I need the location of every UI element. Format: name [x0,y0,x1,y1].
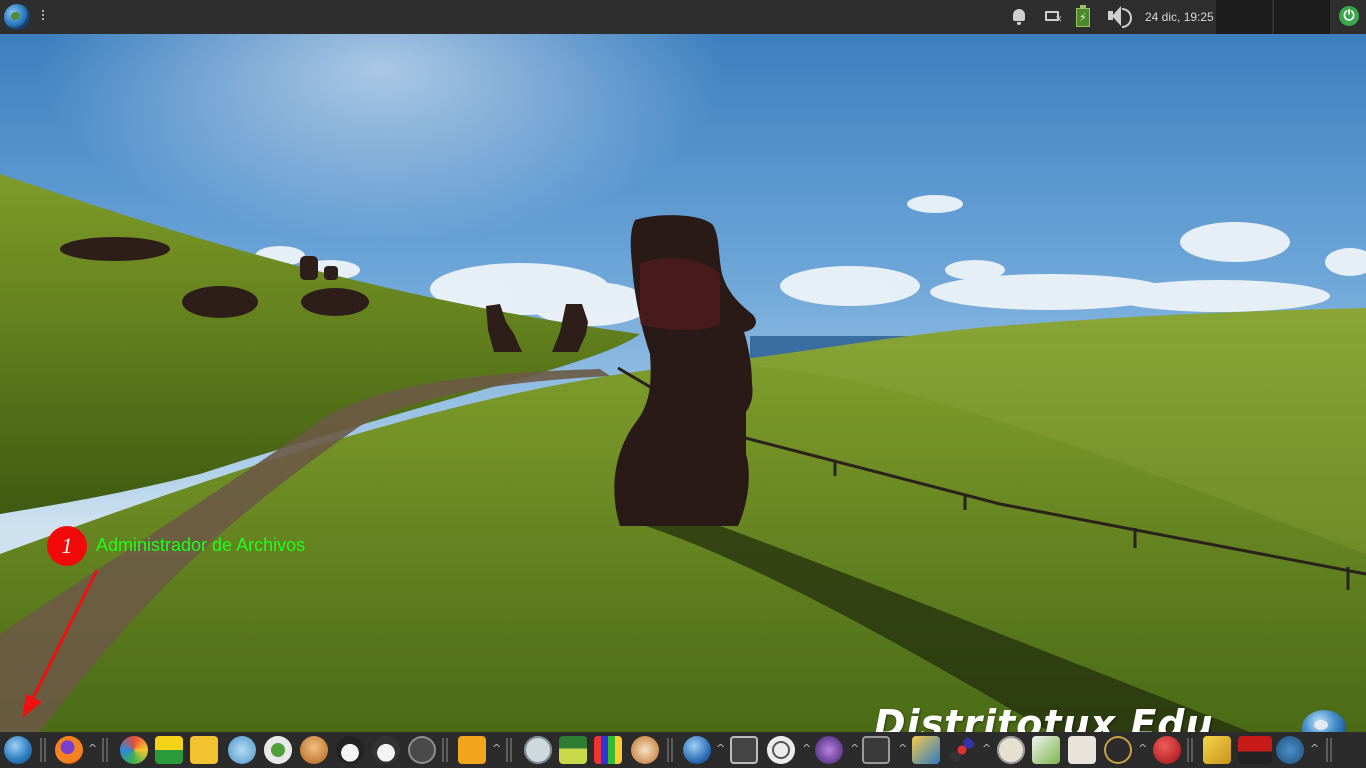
kde-icon[interactable] [120,736,148,764]
geometry-icon[interactable] [1032,736,1060,764]
sign-language-icon[interactable] [190,736,218,764]
dock-separator [1326,738,1332,762]
expand-chevron-icon[interactable]: ^ [982,742,991,755]
drawing-icon[interactable] [1068,736,1096,764]
expand-chevron-icon[interactable]: ^ [88,742,97,755]
mu-icon[interactable] [1276,736,1304,764]
math-icon[interactable] [862,736,890,764]
annotation-number-badge: 1 [47,526,87,566]
expand-chevron-icon[interactable]: ^ [802,742,811,755]
music-icon[interactable] [730,736,758,764]
bottom-dock: ^ ^ ^ ^ ^ ^ ^ ^ ^ [0,732,1366,768]
puzzle-icon[interactable] [594,736,622,764]
expand-chevron-icon[interactable]: ^ [850,742,859,755]
tuxtype-icon[interactable] [372,736,400,764]
dock-separator [102,738,108,762]
tux-icon[interactable] [336,736,364,764]
annotation-arrow [22,569,99,718]
file-manager-icon[interactable] [4,736,32,764]
molecule-icon[interactable] [948,736,976,764]
protractor-icon[interactable] [1104,736,1132,764]
horse-icon[interactable] [631,736,659,764]
red-app-icon[interactable] [1153,736,1181,764]
dock-separator [506,738,512,762]
ktouch-icon[interactable] [264,736,292,764]
expand-chevron-icon[interactable]: ^ [492,742,501,755]
gtick-icon[interactable] [1238,736,1272,764]
tuxpaint-icon[interactable] [300,736,328,764]
gcompris-icon[interactable] [155,736,183,764]
expand-chevron-icon[interactable]: ^ [898,742,907,755]
atlas-icon[interactable] [228,736,256,764]
charging-bolt-icon: ⚡ [1079,12,1087,24]
expand-chevron-icon[interactable]: ^ [1310,742,1319,755]
dock-separator [1187,738,1193,762]
firefox-icon[interactable] [55,736,83,764]
annotation-label: Administrador de Archivos [96,535,306,555]
atril-icon[interactable] [524,736,552,764]
scratch-icon[interactable] [458,736,486,764]
circle-tool-icon[interactable] [767,736,795,764]
klettres-icon[interactable] [408,736,436,764]
expand-chevron-icon[interactable]: ^ [716,742,725,755]
notes-icon[interactable] [1203,736,1231,764]
planetarium-icon[interactable] [815,736,843,764]
dock-separator [442,738,448,762]
globe-icon[interactable] [683,736,711,764]
calculus-icon[interactable] [997,736,1025,764]
dock-separator [40,738,46,762]
dock-separator [667,738,673,762]
expand-chevron-icon[interactable]: ^ [1138,742,1147,755]
photo-icon[interactable] [912,736,940,764]
educational-icon[interactable] [559,736,587,764]
